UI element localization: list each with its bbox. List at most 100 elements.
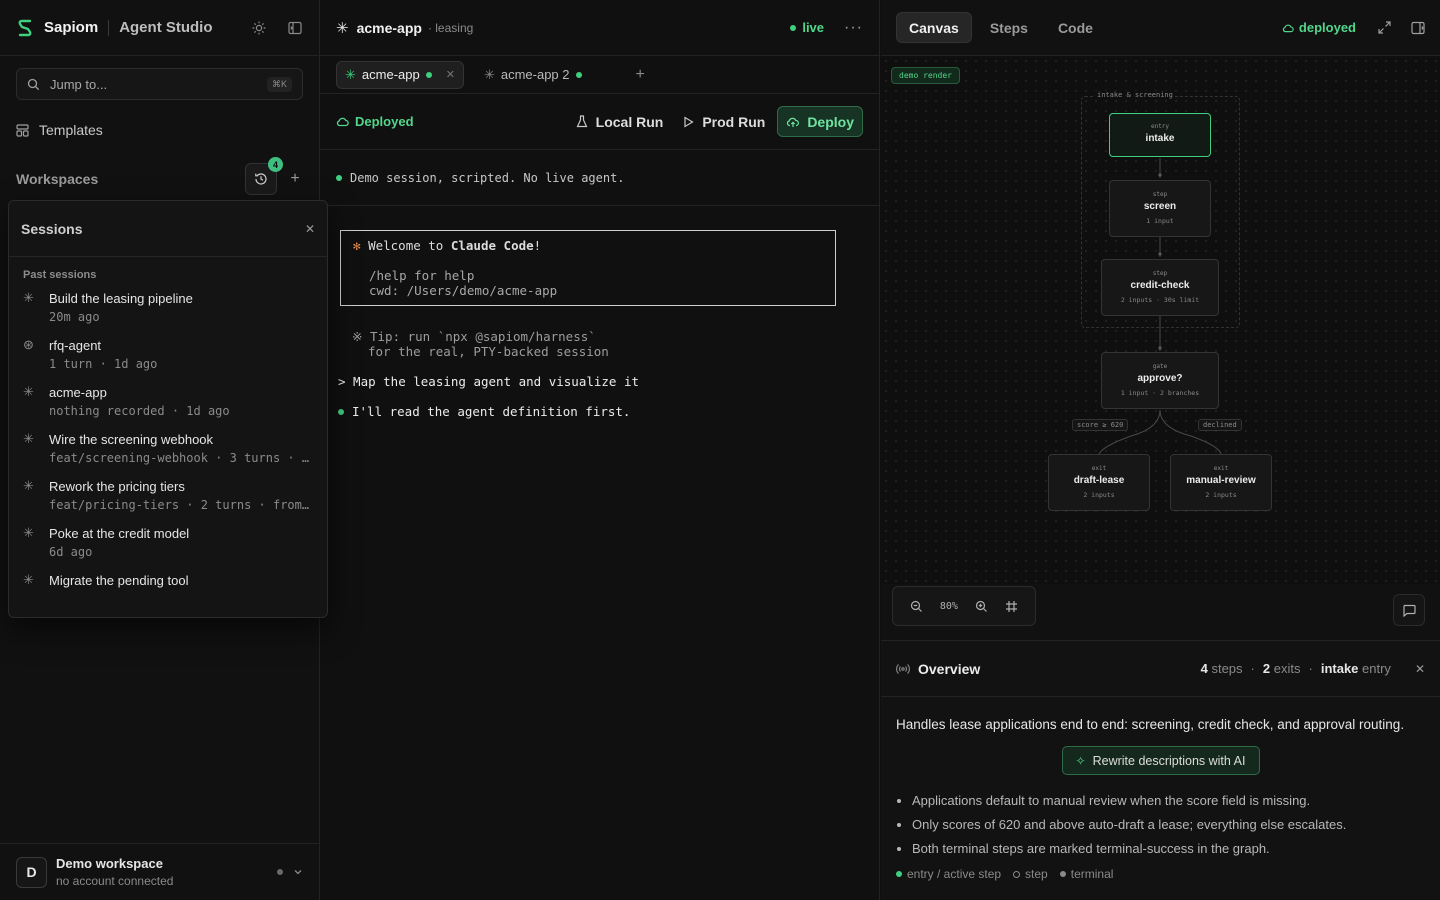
node-draft-lease[interactable]: exit draft-lease 2 inputs bbox=[1048, 454, 1150, 511]
node-meta: 2 inputs · 30s limit bbox=[1120, 296, 1200, 304]
comment-button[interactable] bbox=[1393, 594, 1425, 626]
zoom-in-icon[interactable] bbox=[975, 600, 988, 613]
list-item[interactable]: ✳ acme-app nothing recorded · 1d ago bbox=[9, 385, 327, 419]
deploy-button[interactable]: Deploy bbox=[777, 106, 863, 137]
workspaces-label: Workspaces bbox=[16, 171, 99, 187]
list-item[interactable]: ⊛ rfq-agent 1 turn · 1d ago bbox=[9, 338, 327, 372]
exits-count: 2 bbox=[1262, 661, 1271, 676]
list-item[interactable]: ✳ Rework the pricing tiers feat/pricing-ti… bbox=[9, 479, 327, 513]
overview-stats: 4 steps · 2 exits · intake entry bbox=[1200, 661, 1391, 676]
play-icon bbox=[684, 115, 694, 128]
fit-view-icon[interactable] bbox=[1005, 600, 1018, 613]
demo-notice: Demo session, scripted. No live agent. bbox=[320, 150, 879, 206]
welcome-product: Claude Code bbox=[450, 238, 534, 253]
session-meta: feat/screening-webhook · 3 turns · … bbox=[49, 451, 310, 465]
theme-toggle-sun-icon[interactable] bbox=[251, 20, 267, 36]
close-icon[interactable]: ✕ bbox=[305, 222, 315, 236]
sidebar-header: Sapiom Agent Studio bbox=[0, 0, 319, 56]
brand-divider bbox=[108, 19, 110, 36]
zoom-out-icon[interactable] bbox=[910, 600, 923, 613]
session-meta: 1 turn · 1d ago bbox=[49, 357, 158, 371]
deployed-label: Deployed bbox=[355, 114, 414, 129]
help-line: /help for help bbox=[369, 268, 475, 283]
tab-acme-app-2[interactable]: ✳ acme-app 2 bbox=[476, 61, 590, 89]
node-name: manual-review bbox=[1186, 475, 1256, 486]
graph-legend: entry / active step step terminal bbox=[881, 861, 1440, 881]
node-name: screen bbox=[1143, 201, 1177, 212]
local-run-label: Local Run bbox=[595, 113, 664, 130]
node-name: approve? bbox=[1137, 373, 1183, 384]
session-tabs: ✳ acme-app ✕ ✳ acme-app 2 + bbox=[320, 56, 879, 94]
edge-approve-draft bbox=[1098, 409, 1161, 455]
list-item[interactable]: ✳ Build the leasing pipeline 20m ago bbox=[9, 291, 327, 325]
close-icon[interactable]: ✕ bbox=[1415, 662, 1425, 676]
cloud-upload-icon bbox=[787, 117, 800, 127]
live-dot bbox=[790, 24, 797, 31]
close-tab-icon[interactable]: ✕ bbox=[446, 68, 455, 81]
past-sessions-label: Past sessions bbox=[23, 269, 97, 281]
zoom-level: 80% bbox=[939, 600, 958, 612]
session-name: Wire the screening webhook bbox=[49, 432, 214, 447]
connection-status-dot bbox=[277, 869, 283, 875]
terminal-output[interactable]: ✻ Welcome to Claude Code! /help for help… bbox=[320, 206, 879, 443]
list-item[interactable]: ✳ Poke at the credit model 6d ago bbox=[9, 525, 327, 560]
tab-acme-app[interactable]: ✳ acme-app ✕ bbox=[336, 60, 464, 89]
node-manual-review[interactable]: exit manual-review 2 inputs bbox=[1170, 454, 1272, 511]
history-count-badge: 4 bbox=[268, 157, 283, 172]
collapse-sidebar-icon[interactable] bbox=[287, 20, 303, 36]
sidebar-item-templates[interactable]: Templates bbox=[0, 120, 319, 140]
more-options-icon[interactable]: ··· bbox=[844, 19, 863, 37]
overview-description: Handles lease applications end to end: s… bbox=[896, 717, 1405, 732]
list-item[interactable]: ✳ Migrate the pending tool bbox=[9, 573, 327, 589]
claude-asterisk-icon: ✳ bbox=[336, 19, 349, 37]
expand-icon[interactable] bbox=[1378, 20, 1391, 34]
node-kind: entry bbox=[1150, 123, 1170, 130]
new-tab-icon[interactable]: + bbox=[636, 66, 645, 84]
node-screen[interactable]: step screen 1 input bbox=[1109, 180, 1211, 237]
workspace-switcher[interactable]: D Demo workspace no account connected bbox=[0, 843, 319, 900]
add-workspace-icon[interactable]: + bbox=[287, 170, 303, 187]
node-intake[interactable]: entry intake bbox=[1109, 113, 1211, 157]
tab-code[interactable]: Code bbox=[1046, 12, 1105, 43]
terminal-pane: ✳ acme-app · leasing live ··· ✳ acme-app… bbox=[320, 0, 880, 900]
tab-label: acme-app 2 bbox=[500, 67, 570, 82]
edge-label-declined: declined bbox=[1198, 419, 1242, 431]
tab-label: acme-app bbox=[361, 67, 420, 82]
live-status: live bbox=[790, 20, 824, 35]
product-name: Agent Studio bbox=[119, 19, 213, 36]
tab-status-dot bbox=[425, 71, 432, 78]
overview-header: Overview 4 steps · 2 exits · intake entr… bbox=[881, 641, 1440, 697]
node-name: draft-lease bbox=[1073, 475, 1125, 486]
brand-name: Sapiom bbox=[44, 19, 99, 36]
graph-canvas[interactable]: demo render intake & screening entry int… bbox=[881, 56, 1440, 626]
asterisk-icon: ✳ bbox=[23, 525, 34, 540]
node-kind: step bbox=[1152, 191, 1168, 198]
tab-steps[interactable]: Steps bbox=[978, 12, 1040, 43]
entry-name: intake bbox=[1320, 661, 1359, 676]
session-history-button[interactable]: 4 bbox=[245, 157, 283, 195]
chevron-down-icon bbox=[294, 870, 302, 875]
tab-status-dot bbox=[575, 71, 582, 78]
tab-canvas[interactable]: Canvas bbox=[896, 12, 972, 43]
sapiom-logo-icon bbox=[18, 19, 32, 36]
collapse-panel-icon[interactable] bbox=[1411, 21, 1425, 35]
session-meta: 6d ago bbox=[49, 545, 93, 559]
sessions-header: Sessions ✕ bbox=[9, 201, 327, 257]
jump-to-search[interactable]: Jump to... ⌘K bbox=[16, 68, 303, 100]
list-item[interactable]: ✳ Wire the screening webhook feat/screenin… bbox=[9, 432, 327, 466]
node-credit-check[interactable]: step credit-check 2 inputs · 30s limit bbox=[1101, 259, 1219, 316]
deploy-status: deployed bbox=[1282, 20, 1356, 35]
tip-line-2: for the real, PTY-backed session bbox=[368, 344, 609, 359]
local-run-button[interactable]: Local Run bbox=[576, 113, 664, 130]
shortcut-hint: ⌘K bbox=[266, 76, 292, 92]
rewrite-with-ai-button[interactable]: ✧ Rewrite descriptions with AI bbox=[1061, 746, 1260, 775]
overview-notes: Applications default to manual review wh… bbox=[881, 789, 1440, 861]
session-name: acme-app bbox=[49, 385, 107, 400]
session-meta: 20m ago bbox=[49, 310, 100, 324]
steps-label: steps bbox=[1211, 661, 1243, 676]
app-subtitle: · leasing bbox=[427, 20, 474, 35]
node-approve[interactable]: gate approve? 1 input · 2 branches bbox=[1101, 352, 1219, 409]
workspaces-header: Workspaces 4 + bbox=[0, 157, 319, 196]
steps-count: 4 bbox=[1200, 661, 1208, 676]
prod-run-button[interactable]: Prod Run bbox=[683, 114, 765, 130]
